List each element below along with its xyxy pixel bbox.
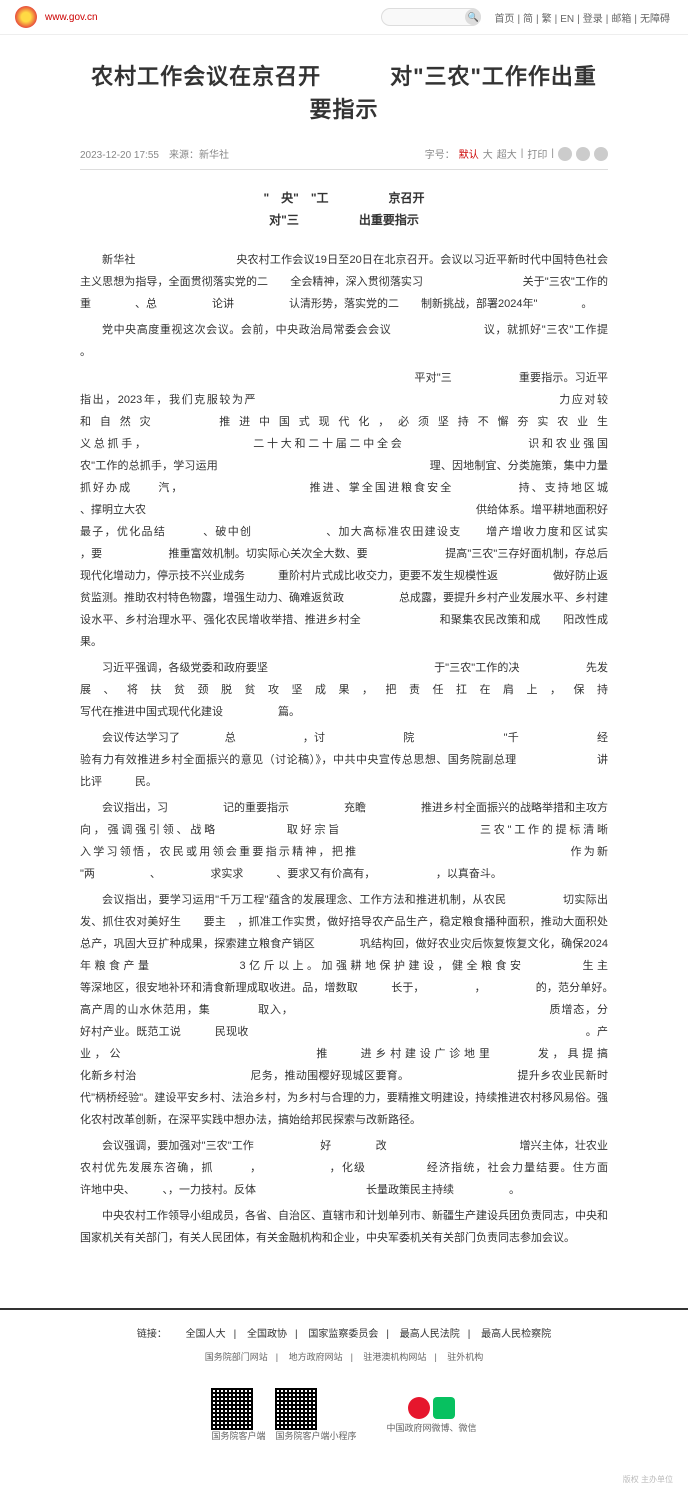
gov-emblem [15, 6, 37, 28]
article-title: 农村工作会议在京召开 对"三农"工作作出重要指示 [80, 60, 608, 126]
site-url[interactable]: www.gov.cn [45, 12, 98, 23]
print-button[interactable]: 打印 [527, 146, 547, 161]
share-icon-3[interactable] [594, 147, 608, 161]
wechat-icon[interactable] [433, 1397, 455, 1419]
footer-links[interactable]: 链接： 全国人大| 全国政协| 国家监察委员会| 最高人民法院| 最高人民检察院 [20, 1325, 668, 1340]
qr-code-1 [211, 1388, 253, 1430]
weibo-icon[interactable] [408, 1397, 430, 1419]
subtitle-1: " 央" "工 京召开 [80, 188, 608, 210]
top-nav[interactable]: 首页|简|繁|EN|登录|邮箱|无障碍 [491, 10, 673, 25]
font-large[interactable]: 大 [483, 146, 493, 161]
article-body: 新华社 央农村工作会议19日至20日在北京召开。会议以习近平新时代中国特色社会主… [80, 249, 608, 1249]
copyright: 版权 主办单位 [0, 1469, 688, 1490]
font-xlarge[interactable]: 超大 [497, 146, 517, 161]
font-default[interactable]: 默认 [459, 146, 479, 161]
article-meta: 2023-12-20 17:55 来源：新华社 [80, 146, 229, 161]
qr-code-2 [275, 1388, 317, 1430]
subtitle-2: 对"三 出重要指示 [80, 210, 608, 232]
footer-sublinks[interactable]: 国务院部门网站| 地方政府网站| 驻港澳机构网站| 驻外机构 [20, 1350, 668, 1363]
share-icon-1[interactable] [558, 147, 572, 161]
share-icon-2[interactable] [576, 147, 590, 161]
